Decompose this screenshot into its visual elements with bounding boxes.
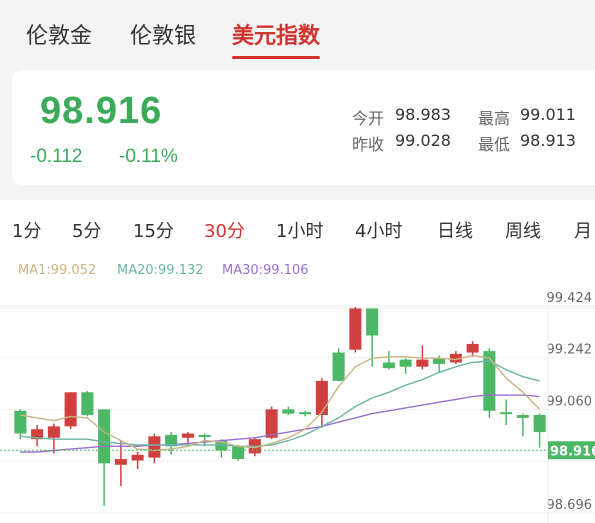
candle-body — [399, 359, 412, 367]
candle-body — [416, 359, 429, 367]
market-tabs: 伦敦金 伦敦银 美元指数 — [0, 0, 595, 70]
candle-body — [131, 454, 144, 461]
candle-body — [332, 352, 345, 381]
kline-chart[interactable]: MA1:99.052 MA20:99.132 MA30:99.106 99.42… — [0, 255, 595, 523]
kline-svg: 99.42499.24299.06098.87898.69698.916 — [0, 291, 595, 523]
tab-usd-index-label: 美元指数 — [232, 24, 321, 49]
period-tab-monthly[interactable]: 月 — [574, 217, 592, 243]
candle-body — [366, 308, 379, 336]
period-tab-1m[interactable]: 1分 — [12, 217, 41, 243]
tab-london-gold[interactable]: 伦敦金 — [26, 18, 92, 50]
candle-body — [181, 433, 194, 438]
candle-body — [500, 412, 513, 415]
period-tab-15m[interactable]: 15分 — [133, 217, 174, 243]
price-change: -0.112 — [30, 146, 83, 167]
y-tick-label: 99.060 — [547, 394, 593, 409]
active-tab-underline — [232, 56, 321, 59]
candle-body — [64, 392, 77, 427]
prev-close-value: 99.028 — [395, 131, 451, 150]
period-tab-1h[interactable]: 1小时 — [276, 217, 323, 243]
prev-close-label: 昨收 — [352, 135, 385, 154]
candle-body — [516, 415, 529, 418]
period-tabs: 1分 5分 15分 30分 1小时 4小时 日线 周线 月 — [0, 200, 595, 255]
current-price: 98.916 — [40, 90, 163, 132]
candle-body — [81, 392, 94, 416]
period-tab-daily[interactable]: 日线 — [437, 217, 473, 243]
current-price-tag-label: 98.916 — [550, 444, 595, 459]
period-tab-weekly[interactable]: 周线 — [505, 217, 541, 243]
low-label: 最低 — [478, 135, 511, 154]
quote-card: 98.916 -0.112 -0.11% 今开 98.983 昨收 99.028… — [12, 70, 595, 185]
open-value: 98.983 — [395, 105, 451, 124]
candle-body — [47, 426, 60, 438]
high-value: 99.011 — [520, 105, 576, 124]
candle-body — [232, 446, 245, 460]
candle-body — [483, 351, 496, 411]
y-tick-label: 99.424 — [547, 291, 593, 306]
candle-body — [299, 412, 312, 415]
candle-body — [533, 415, 546, 433]
tab-london-silver[interactable]: 伦敦银 — [130, 18, 196, 50]
candle-body — [282, 409, 295, 414]
period-tab-30m[interactable]: 30分 — [204, 217, 245, 243]
candle-body — [466, 343, 479, 353]
candle-body — [382, 362, 395, 369]
candle-body — [198, 434, 211, 437]
low-value: 98.913 — [520, 131, 576, 150]
period-tab-5m[interactable]: 5分 — [72, 217, 101, 243]
price-change-percent: -0.11% — [119, 146, 178, 167]
y-tick-label: 98.696 — [547, 498, 593, 513]
tab-usd-index[interactable]: 美元指数 — [232, 18, 321, 59]
candle-body — [14, 410, 27, 434]
candle-body — [315, 380, 328, 416]
period-tab-4h[interactable]: 4小时 — [355, 217, 402, 243]
candle-body — [148, 436, 161, 458]
candle-body — [349, 308, 362, 350]
y-tick-label: 99.242 — [547, 343, 593, 358]
open-label: 今开 — [352, 109, 385, 128]
candle-body — [98, 409, 111, 464]
high-label: 最高 — [478, 109, 511, 128]
candle-body — [114, 459, 127, 465]
